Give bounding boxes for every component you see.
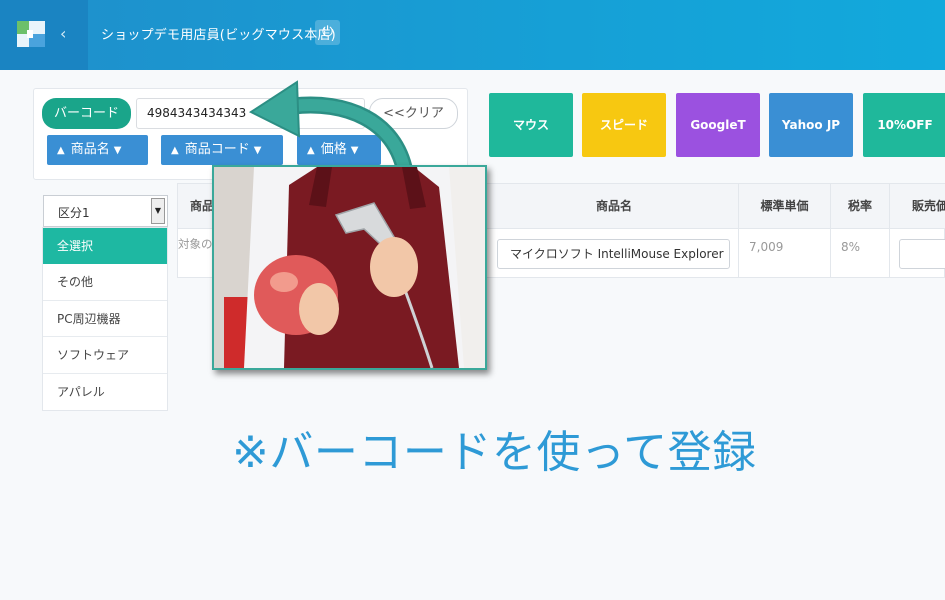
quick-button-mouse[interactable]: マウス bbox=[489, 93, 573, 157]
empty-result-note: 対象の bbox=[178, 237, 213, 251]
product-name-cell[interactable]: マイクロソフト IntelliMouse Explorer bbox=[497, 239, 730, 269]
tax-cell: 8% bbox=[841, 240, 861, 254]
dropdown-arrow-icon[interactable]: ▼ bbox=[151, 198, 165, 224]
category-item-other[interactable]: その他 bbox=[43, 264, 167, 301]
category-item-pc-peripherals[interactable]: PC周辺機器 bbox=[43, 301, 167, 338]
sale-price-input[interactable] bbox=[899, 239, 945, 269]
barcode-scanner-photo bbox=[212, 165, 487, 370]
category-select-value: 区分1 bbox=[58, 206, 90, 220]
app-logo-icon bbox=[17, 21, 45, 47]
category-item-software[interactable]: ソフトウェア bbox=[43, 337, 167, 374]
top-navbar: ‹ ショップデモ用店員(ビッグマウス本店) ⏻ bbox=[0, 0, 945, 70]
sort-down-icon: ▼ bbox=[113, 145, 122, 156]
logo-area[interactable]: ‹ bbox=[0, 0, 88, 70]
category-item-all[interactable]: 全選択 bbox=[43, 228, 167, 265]
quick-button-yahoo[interactable]: Yahoo JP bbox=[769, 93, 853, 157]
quick-button-google[interactable]: GoogleT bbox=[676, 93, 760, 157]
shop-name: ショップデモ用店員(ビッグマウス本店) bbox=[101, 28, 336, 43]
sidebar-collapse-chevron-icon[interactable]: ‹ bbox=[60, 24, 66, 43]
quick-button-discount[interactable]: 10%OFF bbox=[863, 93, 945, 157]
power-icon: ⏻ bbox=[321, 24, 334, 40]
sort-label: 商品コード bbox=[184, 142, 250, 157]
name-column-header: 商品名 bbox=[595, 199, 632, 213]
logout-power-button[interactable]: ⏻ bbox=[315, 20, 340, 45]
category-select[interactable]: 区分1 ▼ bbox=[43, 195, 168, 227]
tax-column-header: 税率 bbox=[847, 199, 872, 213]
sale-price-column-header: 販売価 bbox=[911, 199, 945, 213]
sort-up-icon: ▲ bbox=[57, 145, 65, 156]
unit-price-cell: 7,009 bbox=[749, 240, 784, 254]
quick-button-speed[interactable]: スピード bbox=[582, 93, 666, 157]
sort-label: 商品名 bbox=[70, 142, 110, 157]
unit-price-column-header: 標準単価 bbox=[760, 199, 809, 213]
caption-text: ※バーコードを使って登録 bbox=[232, 427, 757, 478]
scanner-illustration bbox=[214, 167, 485, 368]
barcode-label-button[interactable]: バーコード bbox=[42, 98, 131, 129]
category-item-apparel[interactable]: アパレル bbox=[43, 374, 167, 410]
category-list: 全選択 その他 PC周辺機器 ソフトウェア アパレル bbox=[42, 227, 168, 411]
sort-up-icon: ▲ bbox=[171, 145, 179, 156]
sort-by-name-button[interactable]: ▲ 商品名 ▼ bbox=[47, 135, 148, 165]
